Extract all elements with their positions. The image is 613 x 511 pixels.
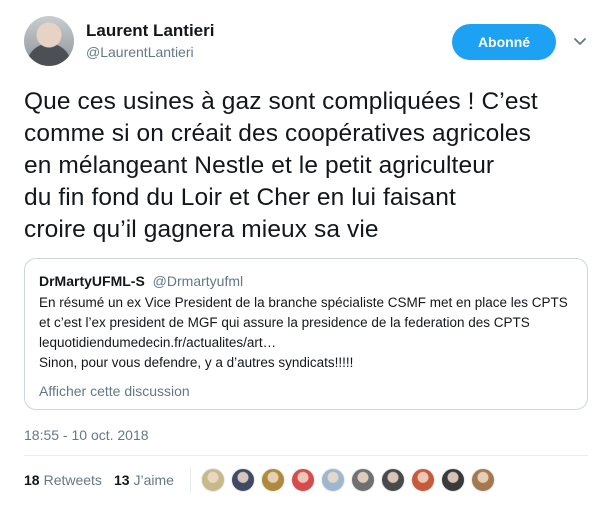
likes-stat[interactable]: 13 J’aime bbox=[114, 472, 174, 488]
quoted-author-handle: @Drmartyufml bbox=[152, 273, 244, 289]
tweet-timestamp[interactable]: 18:55 - 10 oct. 2018 bbox=[24, 425, 149, 445]
following-button[interactable]: Abonné bbox=[452, 24, 556, 60]
author-display-name[interactable]: Laurent Lantieri bbox=[86, 20, 214, 42]
quoted-author-name: DrMartyUFML-S bbox=[39, 273, 145, 289]
liker-avatar[interactable] bbox=[440, 468, 465, 492]
tweet-text-line: croire qu’il gagnera mieux sa vie bbox=[24, 216, 379, 243]
retweets-stat[interactable]: 18 Retweets bbox=[24, 472, 102, 488]
author-avatar[interactable] bbox=[24, 16, 74, 66]
quoted-link[interactable]: lequotidiendumedecin.fr/actualites/art… bbox=[39, 333, 573, 353]
liker-avatar[interactable] bbox=[410, 468, 435, 492]
author-handle[interactable]: @LaurentLantieri bbox=[86, 42, 214, 62]
liker-avatar[interactable] bbox=[230, 468, 255, 492]
tweet-text: Que ces usines à gaz sont compliquées ! … bbox=[24, 86, 584, 246]
liker-avatar[interactable] bbox=[380, 468, 405, 492]
quoted-text-line: et c’est l’ex president de MGF qui assur… bbox=[39, 315, 530, 330]
tweet-header: Laurent Lantieri @LaurentLantieri Abonné bbox=[24, 16, 594, 68]
quoted-text-line: En résumé un ex Vice President de la bra… bbox=[39, 295, 568, 310]
retweets-label: Retweets bbox=[43, 472, 102, 488]
quoted-tweet[interactable]: DrMartyUFML-S @Drmartyufml En résumé un … bbox=[24, 258, 588, 410]
tweet-stats: 18 Retweets 13 J’aime bbox=[24, 467, 501, 493]
liker-avatar[interactable] bbox=[260, 468, 285, 492]
divider bbox=[24, 455, 588, 456]
author-info[interactable]: Laurent Lantieri @LaurentLantieri bbox=[86, 20, 214, 62]
tweet-text-line: du fin fond du Loir et Cher en lui faisa… bbox=[24, 184, 456, 211]
more-options-icon[interactable] bbox=[572, 34, 588, 50]
quoted-text-line: Sinon, pour vous defendre, y a d’autres … bbox=[39, 355, 354, 370]
liker-avatar[interactable] bbox=[290, 468, 315, 492]
stats-separator bbox=[189, 467, 191, 493]
likes-label: J’aime bbox=[133, 472, 174, 488]
show-thread-link[interactable]: Afficher cette discussion bbox=[39, 381, 573, 401]
tweet-text-line: en mélangeant Nestle et le petit agricul… bbox=[24, 152, 495, 179]
tweet-text-line: comme si on créait des coopératives agri… bbox=[24, 120, 531, 147]
liker-avatar[interactable] bbox=[320, 468, 345, 492]
liker-avatar[interactable] bbox=[470, 468, 495, 492]
liker-avatar[interactable] bbox=[200, 468, 225, 492]
quoted-tweet-text: En résumé un ex Vice President de la bra… bbox=[39, 293, 573, 373]
liker-avatars bbox=[200, 468, 501, 492]
retweets-count: 18 bbox=[24, 472, 40, 488]
quoted-tweet-header: DrMartyUFML-S @Drmartyufml bbox=[39, 271, 573, 291]
liker-avatar[interactable] bbox=[350, 468, 375, 492]
tweet-text-line: Que ces usines à gaz sont compliquées ! … bbox=[24, 88, 538, 115]
likes-count: 13 bbox=[113, 472, 130, 488]
